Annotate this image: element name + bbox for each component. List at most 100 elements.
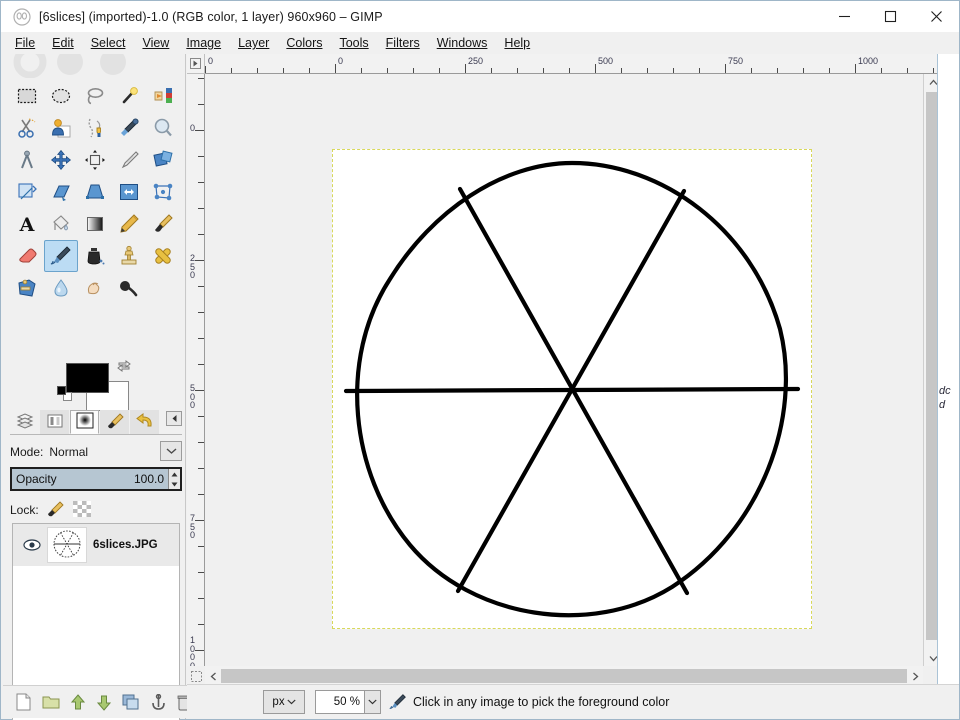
menu-tools[interactable]: Tools [339,34,379,52]
menu-edit[interactable]: Edit [52,34,85,52]
opacity-spin-up[interactable] [169,469,180,479]
paintbrush-tab[interactable] [100,410,129,434]
layers-dock-toolbar [3,685,192,718]
window-controls [821,1,959,32]
image-canvas[interactable] [332,149,812,629]
menu-colors[interactable]: Colors [286,34,333,52]
rotate-tool[interactable] [146,144,180,176]
swap-colors-icon[interactable] [117,359,131,373]
foreground-color-swatch[interactable] [66,363,109,393]
smudge-tool[interactable] [78,272,112,304]
text-tool[interactable]: A [10,208,44,240]
horizontal-scrollbar-thumb[interactable] [221,669,907,683]
bucket-fill-tool[interactable] [44,208,78,240]
ellipse-select-tool[interactable] [44,80,78,112]
bucket-fill-icon [50,213,72,235]
image-window: 0 0 250 500 750 1000 0 2 5 0 5 0 0 7 5 0… [187,54,959,686]
align-tool[interactable] [78,144,112,176]
free-select-tool[interactable] [78,80,112,112]
pencil-tool[interactable] [112,208,146,240]
heal-tool[interactable] [146,240,180,272]
magnifier-icon [152,117,174,139]
perspective-tool[interactable] [78,176,112,208]
zoom-dropdown[interactable] [365,689,381,714]
undo-history-tab[interactable] [130,410,159,434]
unit-selector[interactable]: px [263,689,305,714]
perspective-clone-tool[interactable] [10,272,44,304]
lock-alpha-checker-icon[interactable] [72,500,91,520]
paintbrush-icon [105,412,125,433]
foreground-select-tool[interactable] [44,112,78,144]
clone-tool[interactable] [112,240,146,272]
zoom-tool[interactable] [146,112,180,144]
layer-mode-dropdown[interactable] [160,441,182,461]
crop-tool[interactable] [112,144,146,176]
lower-layer-button[interactable] [96,692,112,712]
menu-select[interactable]: Select [91,34,137,52]
menu-file[interactable]: File [15,34,46,52]
brushes-tab[interactable] [70,410,99,434]
select-by-color-icon [152,85,174,107]
v-ruler-label-3: 7 5 0 [190,513,196,541]
menu-layer[interactable]: Layer [238,34,280,52]
h-ruler-label-3: 500 [598,56,614,66]
title-bar: [6slices] (imported)-1.0 (RGB color, 1 l… [1,1,959,32]
lock-row: Lock: [10,499,182,521]
canvas-viewport[interactable] [205,74,941,666]
layers-tab[interactable] [10,410,39,434]
layer-mode-value: Normal [49,445,89,459]
paintbrush-tool[interactable] [146,208,180,240]
measure-tool[interactable] [10,144,44,176]
scissors-select-tool[interactable] [10,112,44,144]
scroll-left-arrow[interactable] [205,672,221,681]
rect-select-icon [16,85,38,107]
ink-tool[interactable] [44,240,78,272]
eye-icon[interactable] [17,539,47,551]
shear-tool[interactable] [44,176,78,208]
raise-layer-button[interactable] [70,692,86,712]
lock-pixels-brush-icon[interactable] [47,500,65,520]
horizontal-scrollbar[interactable] [205,666,923,686]
menu-windows[interactable]: Windows [437,34,499,52]
dodge-burn-tool[interactable] [112,272,146,304]
minimize-button[interactable] [821,1,867,32]
maximize-button[interactable] [867,1,913,32]
rect-select-tool[interactable] [10,80,44,112]
dock-menu-icon[interactable] [166,411,182,426]
menu-help[interactable]: Help [504,34,541,52]
duplicate-layer-button[interactable] [122,692,140,712]
opacity-slider[interactable]: Opacity 100.0 [10,467,182,491]
zoom-input[interactable]: 50 % [315,689,365,714]
menu-image-label: Image [186,36,222,50]
menu-view[interactable]: View [142,34,180,52]
reset-colors-icon[interactable] [57,382,72,401]
blur-sharpen-tool[interactable] [44,272,78,304]
scroll-right-arrow[interactable] [907,672,923,681]
cage-transform-tool[interactable] [146,176,180,208]
channels-tab[interactable] [40,410,69,434]
horizontal-ruler[interactable]: 0 0 250 500 750 1000 [205,54,941,74]
ruler-menu-icon[interactable] [187,54,205,74]
select-by-color-tool[interactable] [146,80,180,112]
paths-tool[interactable] [78,112,112,144]
menu-filters[interactable]: Filters [386,34,431,52]
vertical-ruler[interactable]: 0 2 5 0 5 0 0 7 5 0 1 0 0 0 [187,74,205,666]
anchor-layer-button[interactable] [150,692,167,712]
close-button[interactable] [913,1,959,32]
flip-tool[interactable] [112,176,146,208]
quickmask-icon[interactable] [187,666,205,686]
color-picker-tool[interactable] [112,112,146,144]
table-row[interactable]: 6slices.JPG [13,524,179,566]
menu-image[interactable]: Image [186,34,232,52]
eraser-tool[interactable] [10,240,44,272]
new-layer-button[interactable] [15,692,32,712]
opacity-spinner[interactable] [168,469,180,489]
foreground-select-icon [50,117,72,139]
new-layer-group-button[interactable] [42,692,60,712]
scale-tool[interactable] [10,176,44,208]
move-tool[interactable] [44,144,78,176]
gradient-tool[interactable] [78,208,112,240]
fuzzy-select-tool[interactable] [112,80,146,112]
mypaint-brush-tool[interactable] [78,240,112,272]
opacity-spin-down[interactable] [169,479,180,489]
